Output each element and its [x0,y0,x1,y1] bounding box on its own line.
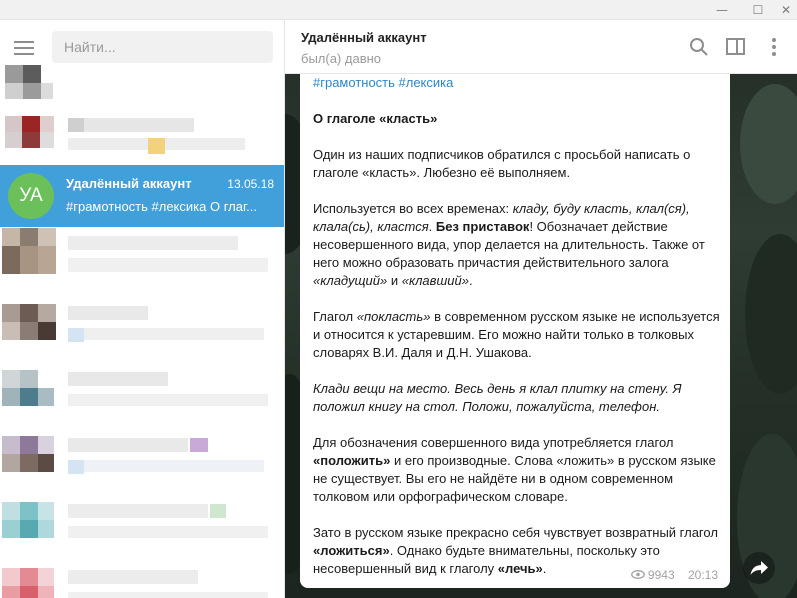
more-vertical-icon[interactable] [763,36,785,58]
chat-area[interactable]: #грамотность #лексика О глаголе «класть»… [285,74,797,598]
message-paragraph: Один из наших подписчиков обратился с пр… [313,147,691,180]
chat-list-item-blurred[interactable] [0,228,284,290]
message-paragraph: Клади вещи на место. Весь день я клал пл… [313,381,682,414]
chat-title[interactable]: Удалённый аккаунт [301,30,427,45]
message-paragraph: Используется во всех временах: кладу, бу… [313,201,705,288]
message-paragraph: Глагол «покласть» в современном русском … [313,309,720,360]
message-bubble[interactable]: #грамотность #лексика О глаголе «класть»… [300,74,730,588]
message-paragraph: Для обозначения совершенного вида употре… [313,435,716,504]
chat-list-item-blurred[interactable] [0,360,284,422]
hamburger-menu-icon[interactable] [14,41,34,55]
views-eye-icon [630,570,645,579]
sidebar-toggle-icon[interactable] [725,36,747,58]
chat-preview: #грамотность #лексика О глаг... [66,199,257,214]
message-heading: О глаголе «класть» [313,111,438,126]
chat-date: 13.05.18 [227,177,274,191]
hashtags[interactable]: #грамотность #лексика [313,75,453,90]
chat-list-item-blurred[interactable] [0,492,284,554]
message-text: #грамотность #лексика О глаголе «класть»… [313,74,723,588]
close-button[interactable]: ✕ [777,0,795,20]
forward-button[interactable] [743,552,775,584]
search-input[interactable] [52,31,273,63]
sidebar: УА Удалённый аккаунт 13.05.18 #грамотнос… [0,20,285,598]
chat-header: Удалённый аккаунт был(а) давно [285,20,797,74]
minimize-button[interactable]: — [713,0,731,20]
chat-status: был(а) давно [301,51,382,66]
share-forward-icon [750,561,768,575]
window-titlebar: — ☐ ✕ [0,0,797,20]
search-box[interactable] [52,31,273,63]
chat-list-item-blurred[interactable] [0,65,284,105]
chat-list[interactable]: УА Удалённый аккаунт 13.05.18 #грамотнос… [0,65,284,598]
search-icon[interactable] [688,36,710,58]
views-count: 9943 [647,568,675,582]
chat-name: Удалённый аккаунт [66,176,192,191]
message-meta: 9943 20:13 [630,568,718,582]
maximize-button[interactable]: ☐ [749,0,767,20]
message-time: 20:13 [687,568,718,582]
chat-list-item-active[interactable]: УА Удалённый аккаунт 13.05.18 #грамотнос… [0,165,284,227]
avatar: УА [8,173,54,219]
chat-list-item-blurred[interactable] [0,558,284,598]
chat-list-item-blurred[interactable] [0,426,284,488]
chat-list-item-blurred[interactable] [0,294,284,356]
